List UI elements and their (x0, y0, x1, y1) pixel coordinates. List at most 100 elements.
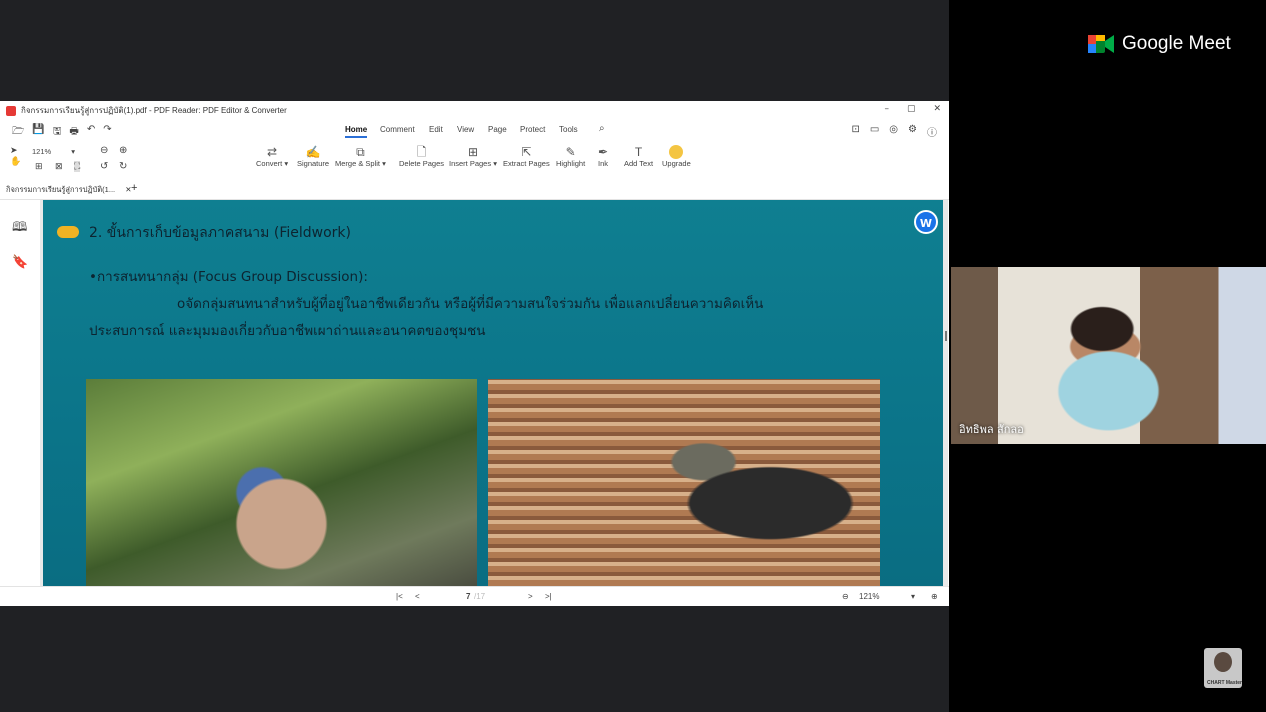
next-page-icon[interactable]: > (528, 592, 533, 601)
quick-actions: 🗁 💾 🖫 🖶 ↶ ↷ (12, 124, 112, 141)
self-view-label: CHART Master (1207, 680, 1242, 686)
account-icon[interactable]: ◎ (889, 124, 898, 139)
convert-icon: ⇄ (267, 145, 278, 159)
meet-camera-icon (1088, 35, 1114, 53)
insert-pages-icon: ⊞ (467, 145, 479, 159)
signature-icon: ✍ (305, 145, 321, 159)
delete-pages-icon: 🗋 (416, 145, 427, 159)
highlight-icon: ✎ (565, 145, 576, 159)
hand-tool-icon[interactable]: ✋ (10, 156, 21, 166)
screenshot-icon[interactable]: ⊡ (851, 124, 859, 139)
slide-text-line-1: oจัดกลุ่มสนทนาสำหรับผู้ที่อยู่ในอาชีพเดี… (177, 296, 764, 312)
minimize-button[interactable]: – (884, 104, 889, 114)
save-as-icon[interactable]: 🖫 (53, 124, 62, 141)
layout-icon[interactable]: ▭ (870, 124, 879, 139)
participant-tile[interactable]: อิทธิพล สักลอ (951, 267, 1266, 444)
menu-row: 🗁 💾 🖫 🖶 ↶ ↷ Home Comment Edit View Page … (0, 120, 949, 140)
charcoal-worker-photo (488, 379, 880, 586)
signature-button[interactable]: ✍ Signature (297, 145, 329, 168)
word-badge-icon[interactable]: W (914, 210, 938, 234)
scroll-handle[interactable] (945, 331, 947, 341)
document-tabs: กิจกรรมการเรียนรู้สู่การปฏิบัติ(1... ✕ + (0, 179, 949, 200)
open-icon[interactable]: 🗁 (12, 124, 24, 141)
page-total: /17 (474, 592, 486, 601)
undo-icon[interactable]: ↶ (87, 124, 95, 141)
zoom-value: 121% (32, 147, 52, 156)
maximize-button[interactable]: ▢ (907, 104, 916, 114)
rotate-right-icon[interactable]: ↻ (119, 161, 127, 172)
ribbon-toolbar: ➤ ✋ 121% ▾ ⊖ ⊕ ⊞ ⊠ ⛶ ↺ ↻ ⇄ Convert ▾ ✍ Sig… (0, 141, 949, 175)
first-page-icon[interactable]: |< (396, 592, 403, 601)
bottom-zoom-value[interactable]: 121% (859, 592, 879, 601)
extract-pages-icon: ⇱ (521, 145, 532, 159)
page-number-input[interactable]: 7 (466, 592, 470, 601)
fit-page-icon[interactable]: ⊞ (35, 161, 43, 172)
chevron-down-icon: ▾ (71, 147, 76, 156)
zoom-in-bottom-icon[interactable]: ⊕ (931, 592, 938, 601)
insert-pages-button[interactable]: ⊞ Insert Pages ▾ (449, 145, 497, 168)
right-actions: ⊡ ▭ ◎ ⚙ ⓘ (851, 124, 937, 139)
bookmark-icon[interactable]: 🔖 (12, 255, 28, 270)
zoom-out-icon[interactable]: ⊖ (100, 145, 108, 156)
window-controls: – ▢ ✕ (884, 104, 941, 114)
tab-comment[interactable]: Comment (380, 125, 415, 134)
search-icon[interactable]: ⌕ (599, 123, 605, 134)
left-sidebar: 🕮 🔖 (0, 200, 40, 586)
last-page-icon[interactable]: >| (545, 592, 552, 601)
cloud-icon (57, 226, 79, 238)
slide-page: 2. ขั้นการเก็บข้อมูลภาคสนาม (Fieldwork) … (43, 200, 943, 586)
zoom-dropdown-icon[interactable]: ▾ (911, 592, 915, 601)
zoom-select[interactable]: 121% ▾ (32, 147, 86, 158)
slide-heading: 2. ขั้นการเก็บข้อมูลภาคสนาม (Fieldwork) (89, 225, 351, 241)
document-tab[interactable]: กิจกรรมการเรียนรู้สู่การปฏิบัติ(1... ✕ (6, 184, 132, 196)
page-navigation-bar: |< < 7 /17 > >| ⊖ 121% ▾ ⊕ (0, 586, 949, 607)
prev-page-icon[interactable]: < (415, 592, 420, 601)
participant-name: อิทธิพล สักลอ (959, 423, 1024, 436)
zoom-in-icon[interactable]: ⊕ (119, 145, 127, 156)
add-text-button[interactable]: T Add Text (624, 145, 653, 168)
settings-icon[interactable]: ⚙ (908, 124, 917, 139)
window-title: กิจกรรมการเรียนรู้สู่การปฏิบัติ(1).pdf -… (21, 106, 287, 115)
fit-width-icon[interactable]: ⊠ (55, 161, 63, 172)
ink-button[interactable]: ✒ Ink (598, 145, 608, 168)
brand-text: Google Meet (1122, 33, 1231, 54)
title-bar: กิจกรรมการเรียนรู้สู่การปฏิบัติ(1).pdf -… (0, 101, 949, 120)
tab-protect[interactable]: Protect (520, 125, 545, 134)
document-view[interactable]: 2. ขั้นการเก็บข้อมูลภาคสนาม (Fieldwork) … (40, 200, 948, 586)
print-icon[interactable]: 🖶 (69, 124, 78, 141)
merge-icon: ⧉ (356, 145, 365, 159)
avatar (1214, 652, 1232, 672)
slide-bullet: •การสนทนากลุ่ม (Focus Group Discussion): (89, 269, 368, 285)
select-cursor-icon[interactable]: ➤ (10, 145, 18, 155)
ink-icon: ✒ (598, 145, 609, 159)
selection-tools: ➤ ✋ (10, 145, 21, 167)
tab-view[interactable]: View (457, 125, 474, 134)
new-tab-icon[interactable]: + (131, 182, 137, 194)
self-view-tile[interactable]: CHART Master (1204, 648, 1242, 688)
extract-pages-button[interactable]: ⇱ Extract Pages (503, 145, 550, 168)
merge-split-button[interactable]: ⧉ Merge & Split ▾ (335, 145, 386, 168)
upgrade-icon (669, 145, 684, 159)
thumbnails-icon[interactable]: 🕮 (12, 218, 27, 240)
tab-edit[interactable]: Edit (429, 125, 443, 134)
participant-video (951, 267, 1266, 444)
save-icon[interactable]: 💾 (32, 124, 44, 141)
group-photo (86, 379, 477, 586)
tab-page[interactable]: Page (488, 125, 507, 134)
tab-home[interactable]: Home (345, 125, 368, 138)
upgrade-button[interactable]: Upgrade (662, 145, 691, 168)
highlight-button[interactable]: ✎ Highlight (556, 145, 585, 168)
redo-icon[interactable]: ↷ (103, 124, 111, 141)
tab-tools[interactable]: Tools (559, 125, 578, 134)
slide-text-line-2: ประสบการณ์ และมุมมองเกี่ยวกับอาชีพเผาถ่า… (89, 323, 486, 339)
close-button[interactable]: ✕ (933, 104, 941, 114)
convert-button[interactable]: ⇄ Convert ▾ (256, 145, 288, 168)
app-icon (6, 105, 16, 116)
zoom-out-bottom-icon[interactable]: ⊖ (842, 592, 849, 601)
fullscreen-icon[interactable]: ⛶ (74, 161, 81, 172)
info-icon[interactable]: ⓘ (927, 124, 937, 139)
delete-pages-button[interactable]: 🗋 Delete Pages (399, 145, 444, 168)
pdf-reader-window: กิจกรรมการเรียนรู้สู่การปฏิบัติ(1).pdf -… (0, 101, 949, 606)
rotate-left-icon[interactable]: ↺ (100, 161, 108, 172)
add-text-icon: T (634, 145, 643, 159)
